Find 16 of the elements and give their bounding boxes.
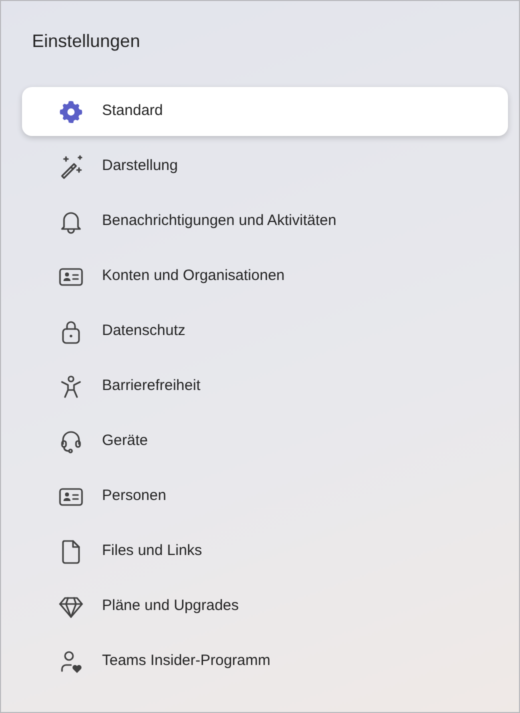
settings-title: Einstellungen bbox=[32, 30, 142, 53]
person-heart-icon bbox=[58, 648, 84, 674]
settings-nav-item[interactable]: Datenschutz bbox=[22, 307, 508, 356]
accessibility-icon bbox=[58, 374, 84, 400]
settings-nav-item[interactable]: Geräte bbox=[22, 417, 508, 466]
settings-nav-item[interactable]: Konten und Organisationen bbox=[22, 252, 508, 301]
settings-nav-item[interactable]: Benachrichtigungen und Aktivitäten bbox=[22, 197, 508, 246]
settings-nav-item[interactable]: Personen bbox=[22, 472, 508, 521]
settings-nav-item[interactable]: Darstellung bbox=[22, 142, 508, 191]
gear-icon bbox=[58, 98, 84, 124]
settings-nav-item[interactable]: Teams Insider-Programm bbox=[22, 637, 508, 686]
headset-icon bbox=[58, 428, 84, 454]
settings-nav-item[interactable]: Standard bbox=[22, 87, 508, 136]
settings-nav-item[interactable]: Barrierefreiheit bbox=[22, 362, 508, 411]
settings-nav-item[interactable]: Pläne und Upgrades bbox=[22, 582, 508, 631]
settings-nav-item[interactable]: Files und Links bbox=[22, 527, 508, 576]
